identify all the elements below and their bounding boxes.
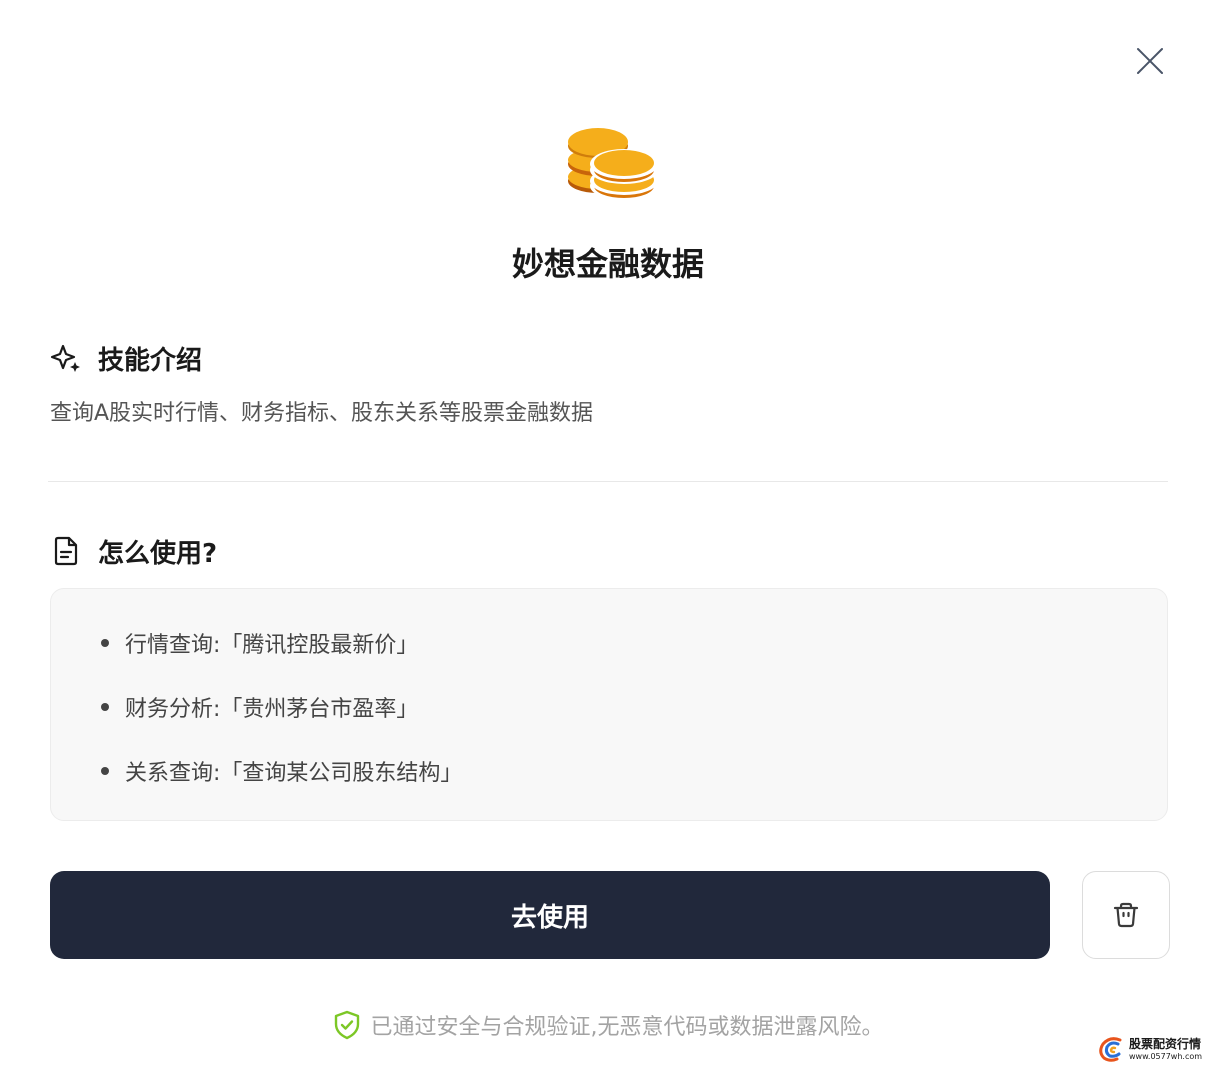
bullet-dot (101, 767, 109, 775)
intro-heading: 技能介绍 (50, 338, 202, 378)
skill-logo (562, 108, 662, 208)
intro-description: 查询A股实时行情、财务指标、股东关系等股票金融数据 (50, 401, 594, 426)
security-note-text: 已通过安全与合规验证,无恶意代码或数据泄露风险。 (370, 1015, 884, 1040)
sparkle-icon (50, 342, 82, 374)
watermark-logo-icon (1099, 1037, 1122, 1062)
usage-examples-box: 行情查询:「腾讯控股最新价」 财务分析:「贵州茅台市盈率」 关系查询:「查询某公… (50, 588, 1168, 821)
skill-title: 妙想金融数据 (511, 245, 704, 283)
shield-check-icon (334, 1010, 359, 1040)
use-button[interactable]: 去使用 (50, 871, 1050, 959)
watermark: 股票配资行情 www.0577wh.com (1098, 1032, 1214, 1066)
list-item: 关系查询:「查询某公司股东结构」 (101, 751, 462, 791)
example-text: 行情查询:「腾讯控股最新价」 (125, 633, 419, 658)
usage-heading: 怎么使用? (50, 531, 217, 571)
watermark-url: www.0577wh.com (1129, 1051, 1203, 1061)
example-text: 关系查询:「查询某公司股东结构」 (125, 761, 463, 786)
divider (48, 481, 1168, 482)
delete-button[interactable] (1082, 871, 1170, 959)
coins-icon (568, 128, 658, 200)
bullet-dot (101, 639, 109, 647)
bullet-dot (101, 703, 109, 711)
document-icon (50, 535, 82, 567)
usage-examples-list: 行情查询:「腾讯控股最新价」 财务分析:「贵州茅台市盈率」 关系查询:「查询某公… (101, 623, 462, 815)
list-item: 行情查询:「腾讯控股最新价」 (101, 623, 462, 663)
usage-heading-text: 怎么使用? (98, 538, 218, 569)
security-note: 已通过安全与合规验证,无恶意代码或数据泄露风险。 (0, 1006, 1216, 1044)
list-item: 财务分析:「贵州茅台市盈率」 (101, 687, 462, 727)
intro-heading-text: 技能介绍 (98, 345, 203, 376)
close-icon (1137, 48, 1163, 74)
example-text: 财务分析:「贵州茅台市盈率」 (125, 697, 419, 722)
watermark-text: 股票配资行情 (1129, 1036, 1202, 1051)
trash-icon (1113, 902, 1139, 928)
close-button[interactable] (1128, 40, 1172, 84)
